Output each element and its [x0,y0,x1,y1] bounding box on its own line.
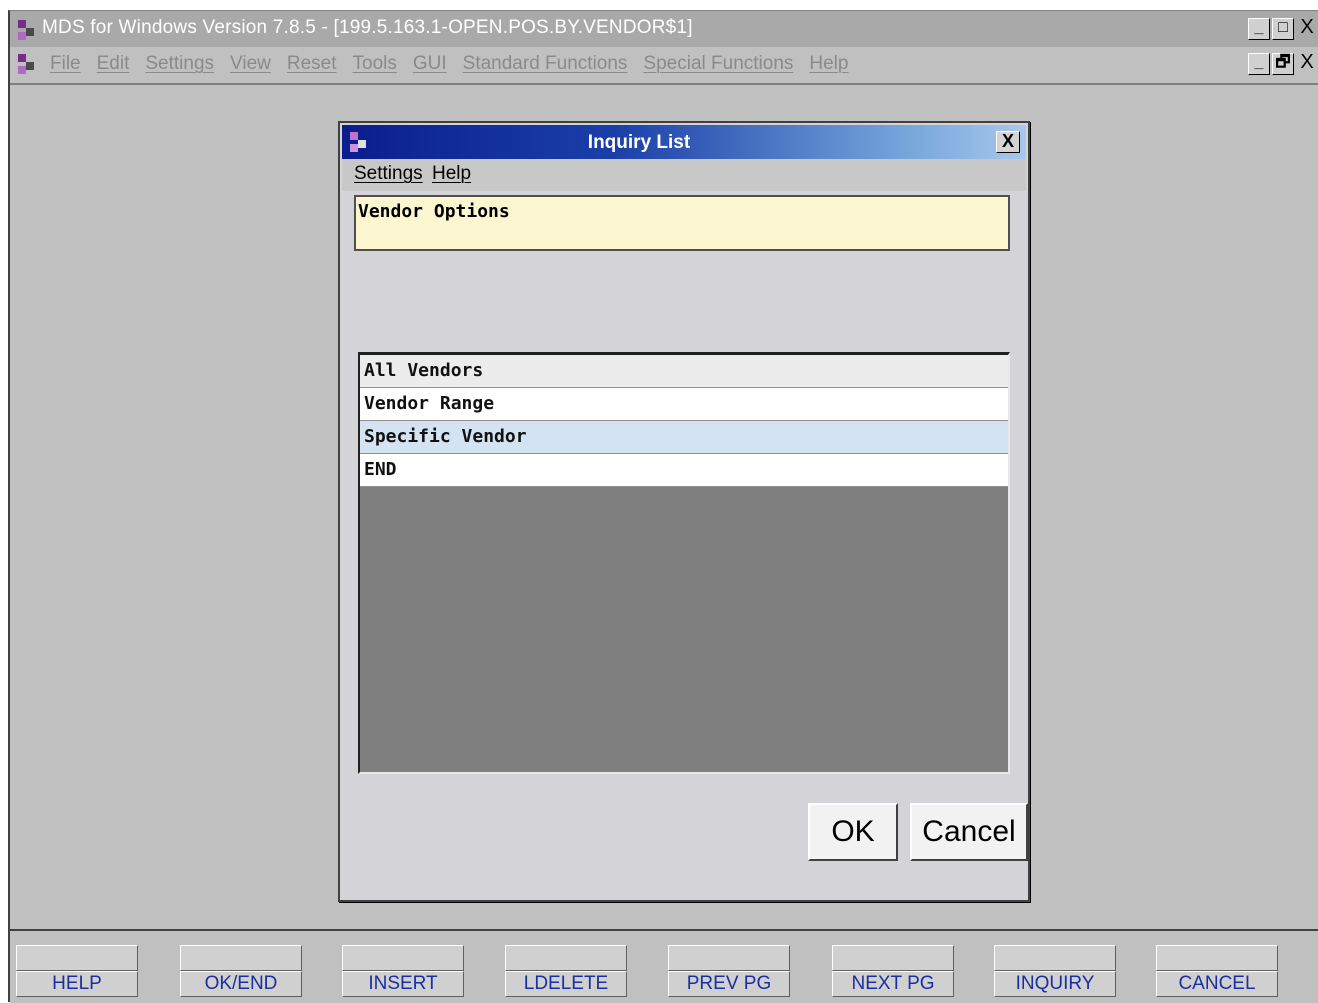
fkey-insert[interactable]: INSERT [342,945,464,997]
doc-minimize-button[interactable]: _ [1248,53,1270,75]
dialog-menu-bar: Settings Help [342,159,1026,191]
options-list[interactable]: All Vendors Vendor Range Specific Vendor… [358,352,1010,774]
window-title: MDS for Windows Version 7.8.5 - [199.5.1… [42,17,693,38]
fkey-help[interactable]: HELP [16,945,138,997]
fkey-next-pg[interactable]: NEXT PG [832,945,954,997]
fkey-top [832,945,954,971]
menu-special-functions[interactable]: Special Functions [643,53,793,75]
fkey-label: CANCEL [1156,971,1278,997]
dialog-menu-help[interactable]: Help [432,163,471,185]
fkey-label: HELP [16,971,138,997]
fkey-label: NEXT PG [832,971,954,997]
options-title: Vendor Options [358,201,510,222]
list-item-vendor-range[interactable]: Vendor Range [360,388,1008,421]
fkey-top [994,945,1116,971]
document-controls: _ 🗗 X [1248,52,1318,75]
fkey-label: PREV PG [668,971,790,997]
fkey-ldelete[interactable]: LDELETE [505,945,627,997]
ok-button[interactable]: OK [808,803,898,861]
fkey-label: LDELETE [505,971,627,997]
dialog-title: Inquiry List [587,132,691,153]
inquiry-list-dialog: Inquiry List X Settings Help Vendor Opti… [338,121,1030,902]
fkey-label: OK/END [180,971,302,997]
menu-tools[interactable]: Tools [353,53,397,75]
menu-file[interactable]: File [50,53,81,75]
doc-close-button[interactable]: X [1296,52,1318,75]
menu-help[interactable]: Help [809,53,848,75]
menu-view[interactable]: View [230,53,271,75]
close-button[interactable]: X [1296,17,1318,40]
dialog-menu-settings[interactable]: Settings [354,163,423,185]
window-controls: _ □ X [1248,17,1318,40]
menu-edit[interactable]: Edit [97,53,130,75]
app-logo-icon [18,20,34,40]
fkey-top [16,945,138,971]
fkey-ok-end[interactable]: OK/END [180,945,302,997]
document-logo-icon [18,54,34,74]
title-bar: MDS for Windows Version 7.8.5 - [199.5.1… [10,11,1318,47]
maximize-button[interactable]: □ [1272,18,1294,40]
menu-reset[interactable]: Reset [287,53,337,75]
fkey-label: INSERT [342,971,464,997]
list-item-all-vendors[interactable]: All Vendors [360,355,1008,388]
cancel-button[interactable]: Cancel [910,803,1028,861]
fkey-top [180,945,302,971]
menu-gui[interactable]: GUI [413,53,447,75]
minimize-button[interactable]: _ [1248,18,1270,40]
list-item-end[interactable]: END [360,454,1008,487]
list-item-specific-vendor[interactable]: Specific Vendor [360,421,1008,454]
menu-items: File Edit Settings View Reset Tools GUI … [50,53,864,75]
fkey-top [342,945,464,971]
fkey-top [668,945,790,971]
options-title-box: Vendor Options [354,195,1010,251]
fkey-cancel[interactable]: CANCEL [1156,945,1278,997]
fkey-top [1156,945,1278,971]
doc-restore-button[interactable]: 🗗 [1272,53,1294,75]
fkey-label: INQUIRY [994,971,1116,997]
function-key-bar: HELP OK/END INSERT LDELETE PREV PG NEXT … [10,929,1318,1003]
dialog-close-button[interactable]: X [996,131,1020,153]
menu-settings[interactable]: Settings [145,53,214,75]
menu-standard-functions[interactable]: Standard Functions [463,53,628,75]
fkey-inquiry[interactable]: INQUIRY [994,945,1116,997]
menu-bar: File Edit Settings View Reset Tools GUI … [10,47,1318,85]
fkey-prev-pg[interactable]: PREV PG [668,945,790,997]
fkey-top [505,945,627,971]
dialog-title-bar[interactable]: Inquiry List X [342,125,1026,159]
